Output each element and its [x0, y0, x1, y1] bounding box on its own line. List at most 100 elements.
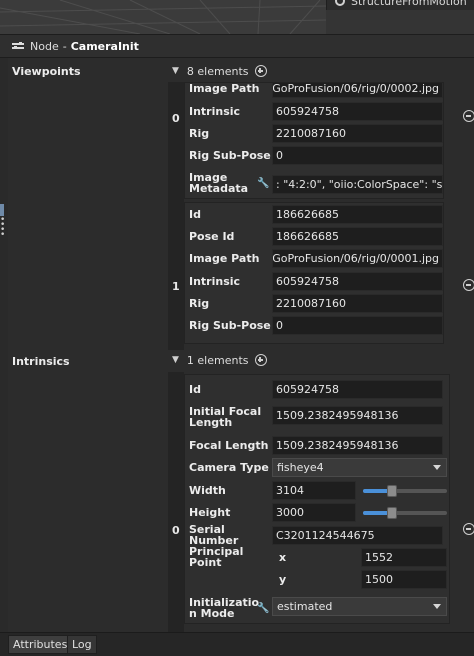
width-label: Width	[189, 483, 226, 497]
tune-icon	[12, 41, 24, 51]
tab-attributes[interactable]: Attributes	[8, 635, 73, 654]
label-line: Length	[189, 416, 233, 429]
principal-point-x-field[interactable]: 1552	[361, 548, 447, 567]
focal-length-label: Focal Length	[189, 438, 269, 452]
row-pose-id: Pose Id 186626685	[185, 225, 443, 247]
height-slider[interactable]	[363, 507, 447, 519]
row-initialization-mode: Initializatio n Mode 🔧 estimated	[185, 595, 447, 621]
initial-focal-length-label: Initial Focal Length	[189, 404, 271, 430]
initial-focal-length-field[interactable]: 1509.2382495948136	[272, 406, 443, 425]
top-strip: StructureFromMotion	[0, 0, 474, 34]
viewport-grid	[0, 0, 326, 34]
intrinsics-list-header: ▼ 1 elements	[168, 349, 267, 371]
row-intrinsic: Intrinsic 605924758	[185, 270, 443, 292]
row-rig: Rig 2210087160	[185, 292, 443, 314]
rig-sub-pose-field[interactable]: 0	[272, 316, 443, 335]
image-metadata-field[interactable]: : "4:2:0", "oiio:ColorSpace": "sRGB"}	[272, 175, 443, 194]
principal-point-label: Principal Point	[189, 545, 244, 569]
intrinsic-label: Intrinsic	[189, 274, 241, 288]
tab-structure-from-motion[interactable]: StructureFromMotion	[326, 0, 474, 10]
row-height: Height 3000	[185, 501, 447, 523]
remove-viewpoint-icon[interactable]	[463, 110, 474, 122]
rig-label: Rig	[189, 296, 210, 310]
row-serial-number: Serial Number C3201124544675	[185, 524, 445, 546]
row-id: Id 605924758	[185, 378, 445, 400]
height-slider-handle[interactable]	[387, 507, 397, 519]
principal-point-y-label: y	[279, 572, 287, 586]
row-image-path: Image Path ican/GoProFusion/06/rig/0/000…	[185, 82, 443, 99]
image-path-label: Image Path	[189, 251, 260, 265]
camera-type-value: fisheye4	[277, 461, 324, 474]
chevron-down-icon[interactable]: ▼	[172, 66, 179, 76]
principal-point-y-field[interactable]: 1500	[361, 570, 447, 589]
id-field[interactable]: 605924758	[272, 380, 443, 399]
bottom-tab-bar: Attributes Log	[0, 632, 474, 656]
chevron-down-icon	[433, 604, 441, 609]
image-path-label: Image Path	[189, 82, 260, 95]
image-path-field[interactable]: ican/GoProFusion/06/rig/0/0001.jpg	[272, 249, 443, 268]
node-header: Node - CameraInit	[0, 34, 474, 58]
principal-point-x-label: x	[279, 550, 287, 564]
viewpoint-index: 1	[172, 280, 180, 293]
viewpoint-index: 0	[172, 112, 180, 125]
id-field[interactable]: 186626685	[272, 205, 443, 224]
row-principal-point-x: Principal Point x 1552	[185, 545, 447, 569]
camera-type-label: Camera Type	[189, 460, 269, 474]
row-image-path: Image Path ican/GoProFusion/06/rig/0/000…	[185, 247, 443, 269]
rig-sub-pose-label: Rig Sub-Pose	[189, 148, 271, 162]
row-image-metadata: Image Metadata 🔧 : "4:2:0", "oiio:ColorS…	[185, 172, 443, 198]
row-rig-sub-pose: Rig Sub-Pose 0	[185, 314, 443, 336]
viewpoint-element: Id 186626685 Pose Id 186626685 Image Pat…	[184, 202, 444, 344]
intrinsic-index: 0	[172, 524, 180, 537]
remove-intrinsic-icon[interactable]	[463, 523, 474, 535]
pose-id-label: Pose Id	[189, 229, 235, 243]
row-width: Width 3104	[185, 479, 447, 501]
tab-log[interactable]: Log	[67, 635, 97, 654]
id-label: Id	[189, 207, 201, 221]
chevron-down-icon	[433, 465, 441, 470]
viewpoints-list-header: ▼ 8 elements	[168, 60, 267, 82]
height-field[interactable]: 3000	[272, 503, 356, 522]
width-field[interactable]: 3104	[272, 481, 356, 500]
initialization-mode-dropdown[interactable]: estimated	[272, 597, 447, 616]
add-intrinsic-icon[interactable]	[254, 354, 267, 366]
row-rig-sub-pose: Rig Sub-Pose 0	[185, 144, 443, 166]
tab-label: StructureFromMotion	[351, 0, 467, 8]
row-principal-point-y: y 1500	[185, 568, 447, 590]
node-header-prefix: Node	[30, 39, 59, 53]
attribute-editor: Viewpoints ▼ 8 elements 0 Image Path ica…	[8, 58, 474, 632]
intrinsics-index-column	[168, 372, 184, 632]
focal-length-field[interactable]: 1509.2382495948136	[272, 436, 443, 455]
viewpoints-label: Viewpoints	[12, 65, 81, 78]
add-viewpoint-icon[interactable]	[254, 65, 267, 77]
camera-type-dropdown[interactable]: fisheye4	[272, 458, 447, 477]
wrench-icon: 🔧	[257, 603, 270, 614]
node-name: CameraInit	[70, 39, 139, 53]
rig-sub-pose-field[interactable]: 0	[272, 146, 443, 165]
intrinsic-field[interactable]: 605924758	[272, 102, 443, 121]
serial-number-label: Serial Number	[189, 523, 239, 547]
left-gutter: • • • •	[0, 58, 8, 632]
id-label: Id	[189, 382, 201, 396]
row-initial-focal-length: Initial Focal Length 1509.2382495948136	[185, 404, 445, 430]
row-focal-length: Focal Length 1509.2382495948136	[185, 434, 445, 456]
pose-id-field[interactable]: 186626685	[272, 227, 443, 246]
viewport-3d[interactable]	[0, 0, 326, 34]
drag-dots-icon[interactable]: • • • •	[0, 216, 5, 240]
node-header-separator: -	[62, 39, 67, 53]
remove-viewpoint-icon[interactable]	[463, 279, 474, 291]
viewpoints-count: 8 elements	[186, 64, 249, 78]
rig-field[interactable]: 2210087160	[272, 124, 443, 143]
width-slider[interactable]	[363, 485, 447, 497]
intrinsic-label: Intrinsic	[189, 104, 241, 118]
intrinsic-field[interactable]: 605924758	[272, 272, 443, 291]
rig-sub-pose-label: Rig Sub-Pose	[189, 318, 271, 332]
width-slider-handle[interactable]	[387, 485, 397, 497]
serial-number-field[interactable]: C3201124544675	[272, 526, 443, 545]
chevron-down-icon[interactable]: ▼	[172, 355, 179, 365]
wrench-icon: 🔧	[257, 178, 270, 189]
image-path-field[interactable]: ican/GoProFusion/06/rig/0/0002.jpg	[272, 83, 443, 98]
intrinsic-element: Id 605924758 Initial Focal Length 1509.2…	[184, 374, 450, 624]
rig-field[interactable]: 2210087160	[272, 294, 443, 313]
initialization-mode-value: estimated	[277, 600, 333, 613]
